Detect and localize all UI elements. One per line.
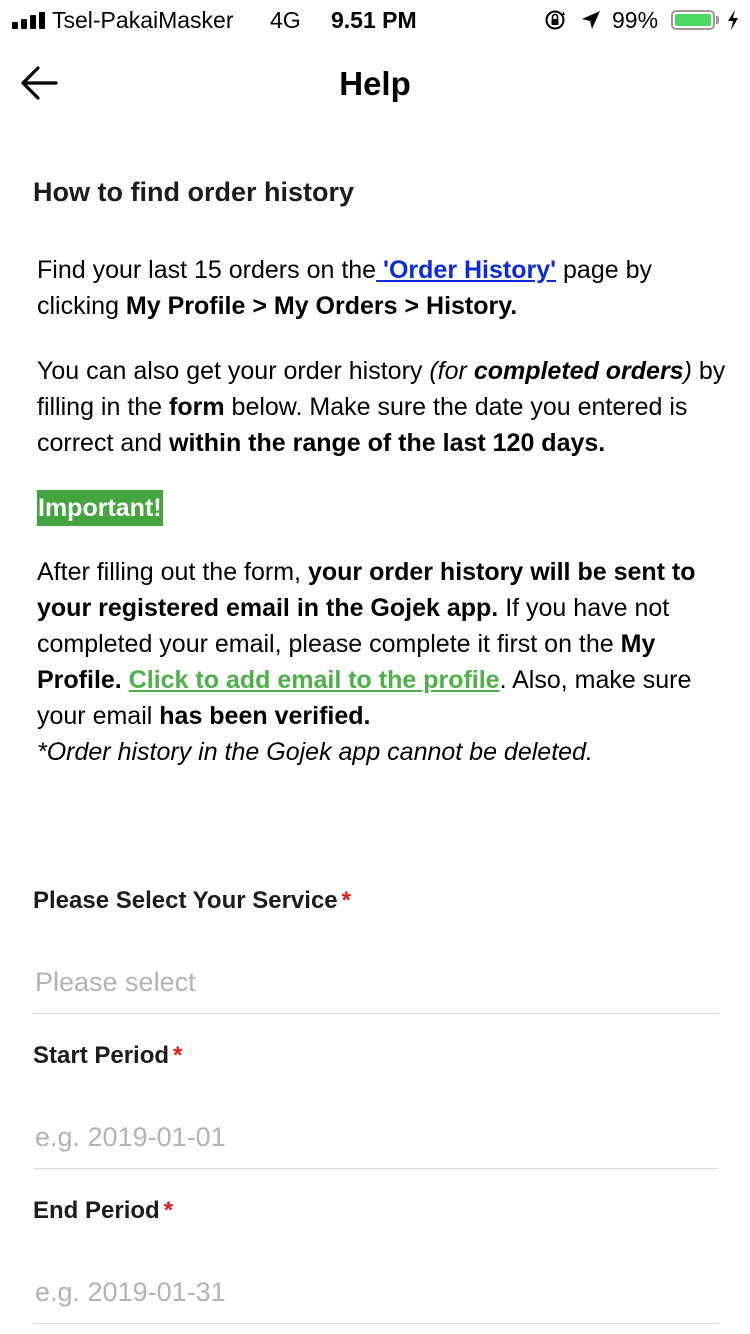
important-badge: Important! (37, 490, 163, 526)
start-period-input[interactable] (33, 1107, 718, 1169)
order-history-link[interactable]: 'Order History' (376, 256, 556, 284)
important-row: Important! (37, 490, 727, 526)
end-period-label: End Period * (33, 1194, 718, 1228)
add-email-link[interactable]: Click to add email to the profile (129, 666, 500, 694)
location-arrow-icon (582, 11, 600, 29)
orientation-lock-icon (545, 10, 565, 30)
end-period-label-text: End Period (33, 1197, 160, 1224)
start-period-label-text: Start Period (33, 1042, 170, 1069)
status-bar: Tsel-PakaiMasker 4G 9.51 PM 99% (0, 0, 750, 40)
start-period-field: Start Period * (33, 1039, 718, 1169)
paragraph-email-info: After filling out the form, your order h… (37, 554, 727, 770)
service-label: Please Select Your Service * (33, 884, 718, 918)
page-title: Help (339, 65, 411, 102)
network-type: 4G (270, 7, 301, 33)
end-period-field: End Period * (33, 1194, 718, 1324)
text: Find your last 15 orders on the (37, 256, 377, 284)
service-select[interactable] (33, 952, 718, 1014)
service-label-text: Please Select Your Service (33, 887, 338, 914)
text: After filling out the form, (37, 558, 308, 586)
completed-orders-text: completed orders (473, 357, 684, 385)
text-italic: (for (429, 357, 474, 385)
paragraph-form-info: You can also get your order history (for… (37, 353, 727, 461)
required-marker: * (341, 887, 351, 914)
date-range-text: within the range of the last 120 days. (169, 429, 606, 457)
app-header: Help (0, 44, 750, 128)
required-marker: * (173, 1042, 183, 1069)
form-text: form (169, 393, 225, 421)
help-article: Find your last 15 orders on the 'Order H… (37, 252, 727, 770)
signal-icon (12, 12, 46, 29)
carrier-name: Tsel-PakaiMasker (52, 7, 234, 33)
text (122, 666, 129, 694)
verified-text: has been verified. (159, 702, 371, 730)
service-field: Please Select Your Service * (33, 884, 718, 1014)
battery-percent: 99% (612, 7, 659, 33)
end-period-input[interactable] (33, 1262, 718, 1324)
start-period-label: Start Period * (33, 1039, 718, 1073)
required-marker: * (163, 1197, 174, 1224)
battery-level-fill (675, 14, 711, 26)
section-heading: How to find order history (33, 177, 354, 207)
navigation-path: My Profile > My Orders > History. (125, 292, 518, 320)
deletion-note: *Order history in the Gojek app cannot b… (37, 738, 593, 766)
charging-bolt-icon (728, 10, 738, 30)
text-italic: ) (683, 357, 692, 385)
text: You can also get your order history (37, 357, 430, 385)
battery-icon (671, 10, 715, 30)
battery-nub (716, 16, 719, 24)
paragraph-order-history: Find your last 15 orders on the 'Order H… (37, 252, 727, 324)
clock: 9.51 PM (331, 7, 417, 33)
